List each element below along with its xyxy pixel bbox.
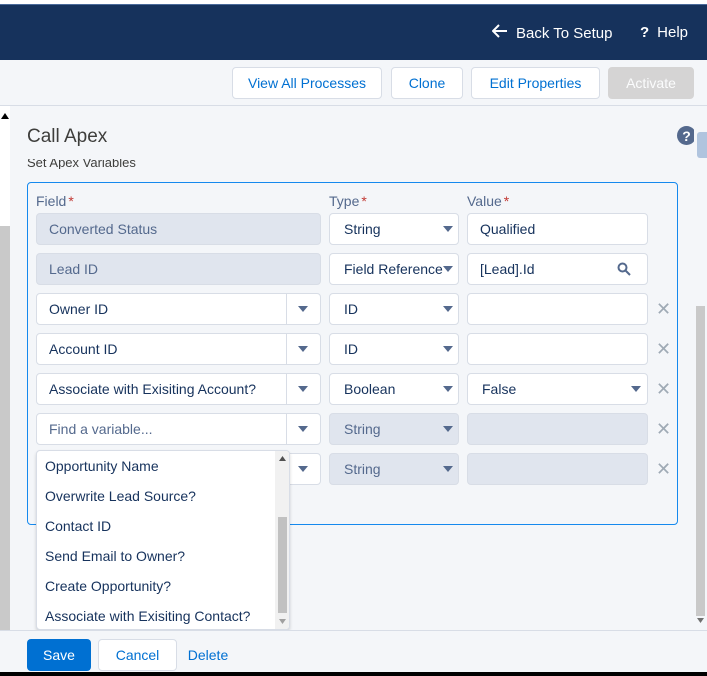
delete-link[interactable]: Delete bbox=[184, 639, 232, 671]
remove-row-icon[interactable]: ✕ bbox=[656, 299, 671, 320]
scroll-down-arrow-icon[interactable] bbox=[279, 619, 286, 624]
scroll-up-arrow-icon[interactable] bbox=[1, 113, 9, 119]
remove-row-icon[interactable]: ✕ bbox=[656, 339, 671, 360]
right-scrollbar-thumb[interactable] bbox=[696, 306, 705, 616]
arrow-left-icon bbox=[491, 24, 508, 42]
remove-row-icon[interactable]: ✕ bbox=[656, 379, 671, 400]
chevron-down-icon bbox=[443, 426, 453, 432]
chevron-down-icon[interactable] bbox=[298, 466, 308, 472]
clone-button[interactable]: Clone bbox=[391, 67, 463, 99]
edit-properties-button[interactable]: Edit Properties bbox=[471, 67, 600, 99]
dropdown-option[interactable]: Send Email to Owner? bbox=[45, 548, 185, 564]
type-select-lead-id[interactable]: Field Reference bbox=[329, 253, 459, 285]
chevron-down-icon bbox=[443, 386, 453, 392]
combobox-divider bbox=[286, 333, 287, 365]
variable-dropdown-list: Opportunity Name Overwrite Lead Source? … bbox=[36, 450, 290, 630]
value-input-owner-id[interactable] bbox=[467, 293, 648, 325]
value-column-header: Value * bbox=[467, 193, 510, 209]
panel-title: Call Apex bbox=[27, 126, 108, 147]
combobox-divider bbox=[286, 293, 287, 325]
chevron-down-icon bbox=[443, 466, 453, 472]
save-button[interactable]: Save bbox=[27, 639, 91, 671]
right-scrollbar[interactable] bbox=[694, 106, 707, 626]
cancel-button[interactable]: Cancel bbox=[98, 639, 177, 671]
field-combobox-associate-account[interactable]: Associate with Exisiting Account? bbox=[36, 373, 321, 405]
field-lead-id: Lead ID bbox=[36, 253, 321, 285]
type-select-associate-account[interactable]: Boolean bbox=[329, 373, 459, 405]
chevron-down-icon bbox=[443, 306, 453, 312]
remove-row-icon[interactable]: ✕ bbox=[656, 459, 671, 480]
chevron-down-icon bbox=[631, 386, 641, 392]
chevron-down-icon bbox=[443, 346, 453, 352]
find-variable-input[interactable]: Find a variable... bbox=[36, 413, 321, 445]
type-select-owner-id[interactable]: ID bbox=[329, 293, 459, 325]
type-column-header: Type * bbox=[329, 193, 367, 209]
type-select-converted-status[interactable]: String bbox=[329, 213, 459, 245]
value-input-row-7 bbox=[467, 453, 648, 485]
dropdown-scrollbar[interactable] bbox=[275, 451, 289, 629]
field-converted-status: Converted Status bbox=[36, 213, 321, 245]
window-bottom-edge bbox=[0, 672, 707, 676]
dropdown-option[interactable]: Associate with Exisiting Contact? bbox=[45, 608, 250, 624]
scroll-up-arrow-icon[interactable] bbox=[279, 456, 286, 461]
type-select-account-id[interactable]: ID bbox=[329, 333, 459, 365]
chevron-down-icon[interactable] bbox=[298, 306, 308, 312]
help-label: Help bbox=[657, 24, 689, 41]
back-to-setup-link[interactable]: Back To Setup bbox=[491, 24, 613, 42]
top-header-bar: Back To Setup ? Help bbox=[0, 0, 707, 60]
process-toolbar: View All Processes Clone Edit Properties… bbox=[0, 60, 707, 106]
side-panel-tab[interactable] bbox=[697, 132, 707, 158]
chevron-down-icon[interactable] bbox=[298, 426, 308, 432]
chevron-down-icon bbox=[443, 226, 453, 232]
question-mark-icon: ? bbox=[640, 24, 650, 41]
combobox-divider bbox=[286, 413, 287, 445]
type-select-row-7: String bbox=[329, 453, 459, 485]
dropdown-option[interactable]: Create Opportunity? bbox=[45, 578, 171, 594]
value-input-new-row bbox=[467, 413, 648, 445]
left-scrollbar[interactable] bbox=[0, 106, 10, 672]
header-divider bbox=[0, 4, 707, 5]
combobox-divider bbox=[286, 373, 287, 405]
activate-button: Activate bbox=[608, 67, 694, 99]
dropdown-option[interactable]: Contact ID bbox=[45, 518, 111, 534]
left-scrollbar-thumb[interactable] bbox=[0, 226, 10, 666]
footer-bar: Save Cancel Delete bbox=[0, 630, 707, 672]
scroll-down-arrow-icon[interactable] bbox=[697, 618, 704, 623]
value-select-associate-account[interactable]: False bbox=[467, 373, 648, 405]
field-column-header: Field * bbox=[36, 193, 74, 209]
remove-row-icon[interactable]: ✕ bbox=[656, 419, 671, 440]
back-to-setup-label: Back To Setup bbox=[516, 24, 613, 42]
chevron-down-icon bbox=[443, 266, 453, 272]
field-combobox-owner-id[interactable]: Owner ID bbox=[36, 293, 321, 325]
value-input-account-id[interactable] bbox=[467, 333, 648, 365]
search-icon[interactable] bbox=[617, 262, 631, 276]
chevron-down-icon[interactable] bbox=[298, 386, 308, 392]
help-link[interactable]: ? Help bbox=[640, 24, 688, 41]
view-all-processes-button[interactable]: View All Processes bbox=[232, 67, 382, 99]
dropdown-option[interactable]: Opportunity Name bbox=[45, 458, 159, 474]
dropdown-scrollbar-thumb[interactable] bbox=[278, 517, 287, 613]
field-combobox-account-id[interactable]: Account ID bbox=[36, 333, 321, 365]
set-apex-variables-label: Set Apex Variables bbox=[27, 159, 136, 169]
value-input-converted-status[interactable]: Qualified bbox=[467, 213, 648, 245]
type-select-new-row: String bbox=[329, 413, 459, 445]
chevron-down-icon[interactable] bbox=[298, 346, 308, 352]
dropdown-option[interactable]: Overwrite Lead Source? bbox=[45, 488, 196, 504]
